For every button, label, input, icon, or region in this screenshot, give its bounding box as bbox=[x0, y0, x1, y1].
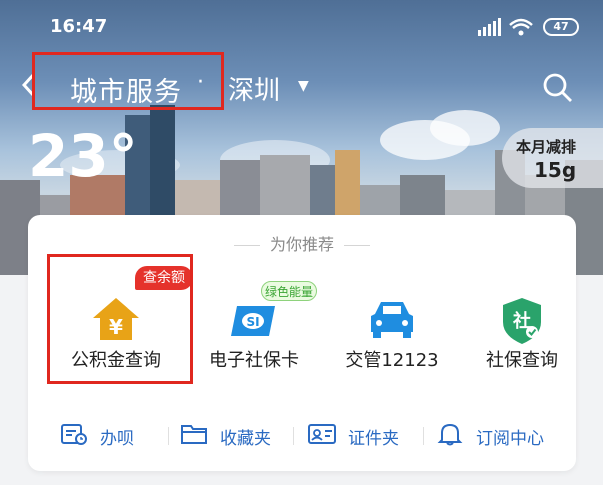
social-security-card-icon: SI bbox=[229, 296, 279, 346]
quick-link-label: 订阅中心 bbox=[476, 429, 544, 449]
carbon-reduction-widget[interactable]: 本月减排 15g bbox=[502, 128, 603, 188]
carbon-label: 本月减排 bbox=[516, 138, 577, 156]
service-label: 社保查询 bbox=[486, 350, 558, 371]
divider bbox=[168, 427, 169, 445]
battery-indicator: 47 bbox=[543, 18, 579, 36]
signal-wifi-icon bbox=[478, 18, 534, 40]
search-icon[interactable] bbox=[542, 72, 574, 108]
service-label: 电子社保卡 bbox=[209, 350, 299, 371]
temperature: 23° bbox=[28, 122, 138, 190]
status-time: 16:47 bbox=[50, 16, 108, 37]
city-selector[interactable]: 深圳 bbox=[228, 70, 280, 107]
highlight-box-housing-fund bbox=[47, 254, 193, 384]
badge-green-energy: 绿色能量 bbox=[261, 281, 317, 301]
status-bar: 16:47 47 bbox=[0, 0, 603, 50]
service-social-security-query[interactable]: 社 社保查询 bbox=[452, 290, 592, 385]
divider bbox=[293, 427, 294, 445]
recommend-title: 为你推荐 bbox=[28, 231, 576, 255]
carbon-value: 15g bbox=[534, 158, 577, 182]
quick-link-label: 收藏夹 bbox=[220, 429, 271, 449]
chevron-down-icon[interactable]: ▼ bbox=[298, 78, 309, 94]
quick-link-label: 办呗 bbox=[100, 429, 134, 449]
bell-icon bbox=[436, 422, 464, 451]
shield-she-icon: 社 bbox=[497, 296, 547, 350]
calendar-clock-icon bbox=[60, 422, 88, 451]
service-social-security-card[interactable]: SI 电子社保卡 bbox=[184, 290, 324, 385]
folder-icon bbox=[180, 422, 208, 451]
divider bbox=[423, 427, 424, 445]
svg-text:SI: SI bbox=[246, 315, 259, 329]
quick-link-label: 证件夹 bbox=[348, 429, 399, 449]
service-label: 交管12123 bbox=[345, 350, 439, 371]
highlight-box-title bbox=[32, 52, 224, 110]
service-traffic-12123[interactable]: 交管12123 bbox=[322, 290, 462, 385]
car-icon bbox=[367, 296, 417, 346]
id-card-icon bbox=[308, 422, 336, 451]
